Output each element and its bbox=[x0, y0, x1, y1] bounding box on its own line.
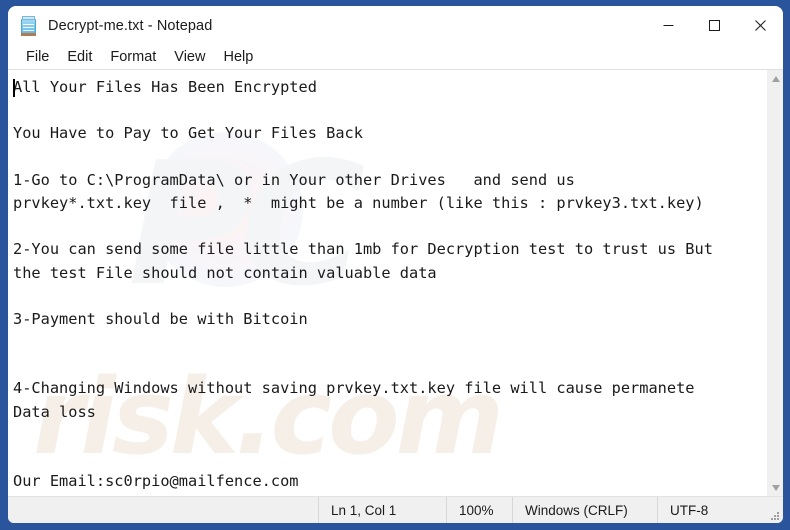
menu-bar: File Edit Format View Help bbox=[8, 45, 783, 70]
notepad-window-frame: Decrypt-me.txt - Notepad File Edit Forma… bbox=[0, 0, 790, 530]
menu-item-file[interactable]: File bbox=[17, 47, 58, 68]
text-line: 1-Go to C:\ProgramData\ or in Your other… bbox=[13, 170, 575, 189]
zoom-level-status[interactable]: 100% bbox=[446, 496, 512, 523]
status-bar: Ln 1, Col 1 100% Windows (CRLF) UTF-8 bbox=[8, 496, 783, 523]
menu-item-edit[interactable]: Edit bbox=[58, 47, 101, 68]
text-line bbox=[13, 354, 766, 377]
close-icon bbox=[754, 20, 766, 31]
window-title: Decrypt-me.txt - Notepad bbox=[48, 17, 213, 34]
text-line bbox=[13, 146, 766, 169]
vertical-scrollbar[interactable] bbox=[766, 70, 783, 496]
cursor-position-status[interactable]: Ln 1, Col 1 bbox=[318, 496, 446, 523]
text-line: Our Email:sc0rpio@mailfence.com bbox=[13, 472, 299, 491]
text-line: 2-You can send some file little than 1mb… bbox=[13, 240, 713, 259]
text-line bbox=[13, 331, 766, 354]
text-line bbox=[13, 215, 766, 238]
scroll-up-icon[interactable] bbox=[767, 70, 783, 87]
text-caret bbox=[13, 79, 15, 97]
editor-area: PC risk.com All Your Files Has Been Encr… bbox=[8, 70, 783, 496]
minimize-icon bbox=[663, 25, 673, 26]
scroll-down-icon[interactable] bbox=[767, 479, 783, 496]
maximize-button[interactable] bbox=[691, 6, 737, 45]
text-line bbox=[13, 447, 766, 470]
menu-item-format[interactable]: Format bbox=[101, 47, 165, 68]
text-line: All Your Files Has Been Encrypted bbox=[13, 78, 317, 96]
window-controls bbox=[645, 6, 783, 45]
minimize-button[interactable] bbox=[645, 6, 691, 45]
menu-item-view[interactable]: View bbox=[165, 47, 214, 68]
notepad-window: Decrypt-me.txt - Notepad File Edit Forma… bbox=[8, 6, 783, 523]
text-line bbox=[13, 285, 766, 308]
text-line bbox=[13, 424, 766, 447]
resize-grip-icon[interactable] bbox=[767, 497, 783, 524]
encoding-status[interactable]: UTF-8 bbox=[657, 496, 767, 523]
maximize-icon bbox=[708, 20, 720, 31]
text-line: 3-Payment should be with Bitcoin bbox=[13, 309, 308, 328]
title-bar[interactable]: Decrypt-me.txt - Notepad bbox=[8, 6, 783, 45]
text-line bbox=[13, 99, 766, 122]
menu-item-help[interactable]: Help bbox=[214, 47, 262, 68]
text-editor[interactable]: PC risk.com All Your Files Has Been Encr… bbox=[8, 70, 766, 496]
text-line: the test File should not contain valuabl… bbox=[13, 263, 437, 282]
text-line: You Have to Pay to Get Your Files Back bbox=[13, 124, 363, 143]
close-button[interactable] bbox=[737, 6, 783, 45]
line-ending-status[interactable]: Windows (CRLF) bbox=[512, 496, 657, 523]
text-line: 4-Changing Windows without saving prvkey… bbox=[13, 379, 695, 398]
text-content[interactable]: All Your Files Has Been Encrypted You Ha… bbox=[8, 70, 766, 496]
text-line: prvkey*.txt.key file , * might be a numb… bbox=[13, 193, 704, 212]
text-line: Data loss bbox=[13, 402, 96, 421]
notepad-icon bbox=[20, 15, 38, 36]
